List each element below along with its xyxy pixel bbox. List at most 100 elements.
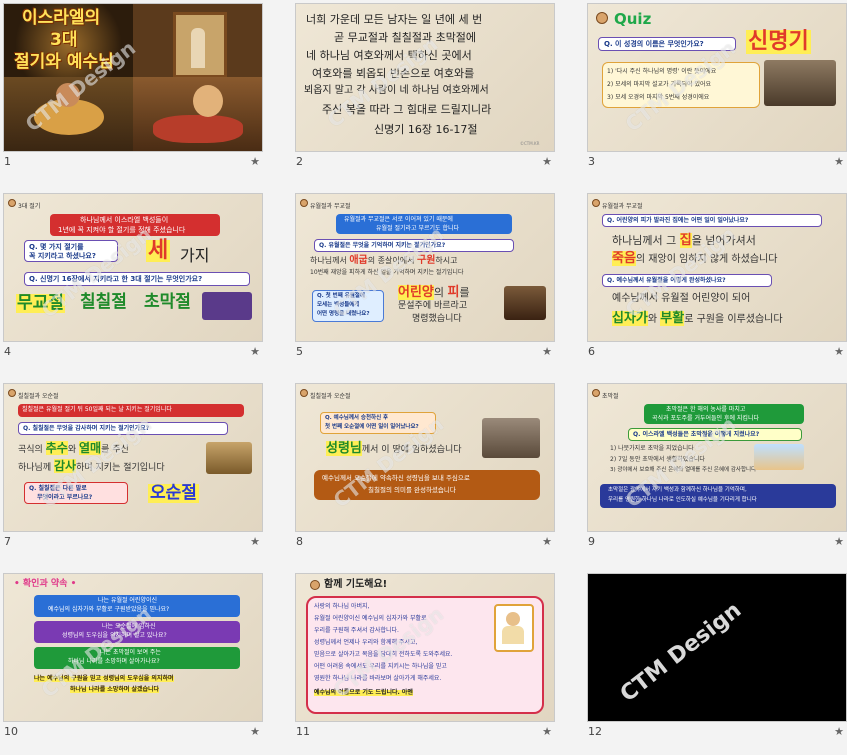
answer-line: 문설주에 바르라고 [398, 301, 468, 311]
slide-title: 함께 기도해요! [324, 579, 388, 590]
info-line: 초막절은 한 해의 농사를 마치고 [666, 406, 746, 413]
highlight: 집 [679, 233, 692, 248]
info-box: 초막절은 한 해의 농사를 마치고 곡식과 포도주를 거두어들인 후에 지킵니다 [644, 404, 804, 424]
highlight: 열매 [78, 441, 102, 455]
prayer-line: 영원한 하나님 나라를 바라보며 살아가게 해주세요. [314, 675, 442, 682]
slide-thumbnail-4[interactable]: 3대 절기 하나님께서 이스라엘 백성들이 1년에 꼭 지켜야 할 절기를 정해… [0, 190, 263, 375]
question-box: Q. 이 성경의 이름은 무엇인가요? [598, 37, 736, 51]
slide-transition-star-icon[interactable]: ★ [542, 725, 552, 738]
answer-text: 오순절 [148, 483, 199, 503]
slide-thumbnail-6[interactable]: 유월절과 무교절 Q. 어린양의 피가 발라진 집에는 어떤 일이 일어났나요?… [584, 190, 847, 375]
scene-doorway [133, 4, 262, 78]
slide-5[interactable]: 유월절과 무교절 유월절과 무교절은 서로 이어져 있기 때문에 유월절 절기라… [296, 194, 554, 341]
slide-thumbnail-3[interactable]: Quiz Q. 이 성경의 이름은 무엇인가요? 신명기 1) '다시 주신 하… [584, 0, 847, 185]
slide-number: 3 [588, 155, 595, 168]
verse-line: 네 하나님 여호와께서 택하신 곳에서 [306, 49, 472, 62]
slide-transition-star-icon[interactable]: ★ [542, 345, 552, 358]
copyright: ©CTM.KR [520, 141, 540, 146]
hint-item: 3) 모세 오경의 마지막 5번째 성경이에요 [607, 94, 710, 101]
answer-line: 어린양의 피를 [398, 285, 470, 300]
intro-line: 1년에 꼭 지켜야 할 절기를 정해 주셨습니다 [58, 226, 186, 234]
slide-number: 5 [296, 345, 303, 358]
question-line: 모세는 백성들에게 [317, 302, 360, 308]
text: 의 종살이에서 [367, 256, 415, 265]
character-icon [300, 389, 308, 397]
summary-line: 우리를 영원한 하나님 나라로 인도하실 예수님을 기다리게 합니다 [608, 497, 757, 503]
title-text: 확인과 약속 [22, 579, 68, 589]
highlight: 죽음 [612, 251, 636, 266]
section-title: 3대 절기 [18, 203, 41, 210]
highlight: 피 [447, 285, 460, 300]
question-box: Q. 첫 번째 유월절에 모세는 백성들에게 어떤 명령을 내렸나요? [312, 290, 384, 322]
text: 를 [459, 286, 470, 299]
slide-thumbnail-12[interactable]: CTM Design 12 ★ [584, 570, 847, 755]
slide-thumbnail-7[interactable]: 칠칠절과 오순절 칠칠절은 유월절 절기 뒤 50일째 되는 날 지키는 절기입… [0, 380, 263, 565]
slide-transition-star-icon[interactable]: ★ [834, 535, 844, 548]
highlight: 성령님 [326, 441, 362, 456]
question-box: Q. 신명기 16장에서 지키라고 한 3대 절기는 무엇인가요? [24, 272, 250, 286]
question-box: Q. 칠칠절은 다른 말로 무엇이라고 부르나요? [24, 482, 128, 504]
feast-name: 칠칠절 [80, 292, 127, 312]
slide-thumbnail-8[interactable]: 칠칠절과 오순절 Q. 예수님께서 승천하신 후 첫 번째 오순절에 어떤 일이… [292, 380, 555, 565]
slide-12[interactable]: CTM Design [588, 574, 846, 721]
question-box: Q. 예수님께서 유월절을 어떻게 완성하셨나요? [602, 274, 772, 287]
slide-4[interactable]: 3대 절기 하나님께서 이스라엘 백성들이 1년에 꼭 지켜야 할 절기를 정해… [4, 194, 262, 341]
verse-reference: 신명기 16장 16-17절 [374, 123, 478, 136]
verse-line: 여호와를 뵈옵되 빈손으로 여호와를 [312, 67, 475, 80]
list-item: 1) 나뭇가지로 초막을 지었습니다 [610, 445, 694, 452]
question-line: 무엇이라고 부르나요? [37, 494, 93, 501]
commitment-line: 나는 오순절에 임하신 [102, 623, 156, 630]
answer-line: 하나님께 감사하며 지키는 절기입니다 [18, 459, 165, 473]
slide-transition-star-icon[interactable]: ★ [250, 345, 260, 358]
highlight: 어린양 [398, 285, 434, 300]
feast-name: 초막절 [144, 292, 191, 312]
slide-number: 12 [588, 725, 602, 738]
slide-thumbnail-10[interactable]: • 확인과 약속 • 나는 유월절 어린양이신 예수님의 십자가와 부활로 구원… [0, 570, 263, 755]
text: 하나님께서 그 [612, 234, 677, 247]
slide-thumbnail-2[interactable]: 너희 가운데 모든 남자는 일 년에 세 번 곧 무교절과 칠칠절과 초막절에 … [292, 0, 555, 185]
question-line: 첫 번째 오순절에 어떤 일이 일어났나요? [325, 424, 419, 430]
slide-transition-star-icon[interactable]: ★ [250, 155, 260, 168]
slide-transition-star-icon[interactable]: ★ [834, 155, 844, 168]
slide-thumbnail-11[interactable]: 함께 기도해요! 사랑의 하나님 아버지, 유월절 어린양이신 예수님의 십자가… [292, 570, 555, 755]
info-box: 칠칠절은 유월절 절기 뒤 50일째 되는 날 지키는 절기입니다 [18, 404, 244, 417]
slide-transition-star-icon[interactable]: ★ [834, 345, 844, 358]
slide-6[interactable]: 유월절과 무교절 Q. 어린양의 피가 발라진 집에는 어떤 일이 일어났나요?… [588, 194, 846, 341]
hint-item: 1) '다시 주신 하나님의 명령' 이란 뜻이에요 [607, 68, 717, 75]
slide-transition-star-icon[interactable]: ★ [250, 535, 260, 548]
answer-line: 명령했습니다 [412, 314, 462, 324]
question-line: 꼭 지키라고 하셨나요? [29, 252, 96, 260]
hint-item: 2) 모세의 마지막 설교가 기록되어 있어요 [607, 81, 712, 88]
section-title: 초막절 [602, 393, 619, 400]
slide-2[interactable]: 너희 가운데 모든 남자는 일 년에 세 번 곧 무교절과 칠칠절과 초막절에 … [296, 4, 554, 151]
slide-thumbnail-5[interactable]: 유월절과 무교절 유월절과 무교절은 서로 이어져 있기 때문에 유월절 절기라… [292, 190, 555, 375]
slide-thumbnail-1[interactable]: 이스라엘의 3대 절기와 예수님 CTM Design 1 ★ [0, 0, 263, 185]
verse-line: 주신 복을 따라 그 힘대로 드릴지니라 [322, 103, 492, 116]
text: 하시고 [435, 256, 458, 265]
slide-transition-star-icon[interactable]: ★ [250, 725, 260, 738]
prayer-line: 믿음으로 살아가고 복음을 담대히 전하도록 도와주세요. [314, 651, 453, 658]
slide-title: • 확인과 약속 • [14, 579, 77, 589]
summary-line: 예수님께서 오순절에 약속하신 성령님을 보내 주심으로 [322, 474, 470, 482]
prayer-line: 성령님께서 언제나 우리와 함께해 주시고, [314, 639, 418, 646]
verse-line: 너희 가운데 모든 남자는 일 년에 세 번 [306, 13, 483, 26]
highlight: 구원 [417, 255, 436, 266]
answer-line: 죽음의 재앙이 임하지 않게 하셨습니다 [612, 251, 777, 266]
hint-list: 1) '다시 주신 하나님의 명령' 이란 뜻이에요 2) 모세의 마지막 설교… [602, 62, 760, 108]
slide-3[interactable]: Quiz Q. 이 성경의 이름은 무엇인가요? 신명기 1) '다시 주신 하… [588, 4, 846, 151]
slide-1-title-line-3: 절기와 예수님 [14, 52, 114, 72]
slide-9[interactable]: 초막절 초막절은 한 해의 농사를 마치고 곡식과 포도주를 거두어들인 후에 … [588, 384, 846, 531]
slide-10[interactable]: • 확인과 약속 • 나는 유월절 어린양이신 예수님의 십자가와 부활로 구원… [4, 574, 262, 721]
slide-11[interactable]: 함께 기도해요! 사랑의 하나님 아버지, 유월절 어린양이신 예수님의 십자가… [296, 574, 554, 721]
slide-thumbnail-9[interactable]: 초막절 초막절은 한 해의 농사를 마치고 곡식과 포도주를 거두어들인 후에 … [584, 380, 847, 565]
slide-number: 10 [4, 725, 18, 738]
slide-transition-star-icon[interactable]: ★ [542, 155, 552, 168]
slide-7[interactable]: 칠칠절과 오순절 칠칠절은 유월절 절기 뒤 50일째 되는 날 지키는 절기입… [4, 384, 262, 531]
slide-1[interactable]: 이스라엘의 3대 절기와 예수님 CTM Design [4, 4, 262, 151]
text: 하나님께서 [310, 256, 347, 265]
answer-text: 신명기 [746, 29, 811, 54]
slide-transition-star-icon[interactable]: ★ [542, 535, 552, 548]
text: 하며 지키는 절기입니다 [76, 463, 165, 473]
slide-8[interactable]: 칠칠절과 오순절 Q. 예수님께서 승천하신 후 첫 번째 오순절에 어떤 일이… [296, 384, 554, 531]
slide-transition-star-icon[interactable]: ★ [834, 725, 844, 738]
